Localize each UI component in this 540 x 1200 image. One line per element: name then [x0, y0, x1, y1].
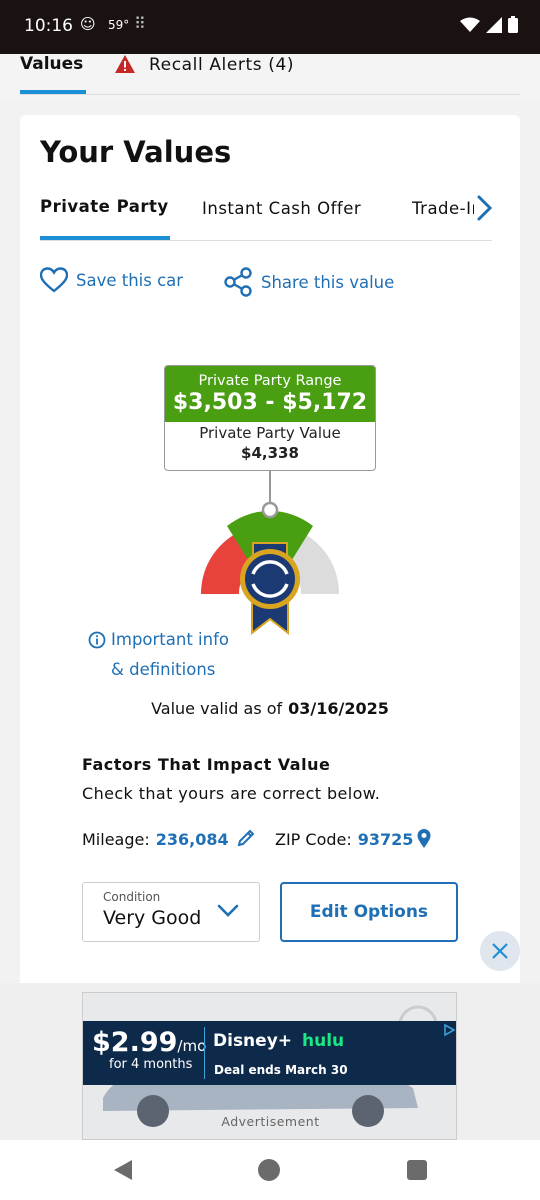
grid-icon: ⠿ [134, 14, 146, 33]
info-link-line2: & definitions [111, 660, 216, 679]
status-icons [460, 16, 518, 33]
ad-brand-disney: Disney+ [213, 1031, 293, 1051]
wifi-icon [460, 17, 480, 32]
ad-banner[interactable]: $2.99/mo for 4 months Disney+ hulu Deal e… [83, 1021, 456, 1085]
value-tabs: Private Party Instant Cash Offer Trade-I… [40, 197, 492, 241]
battery-icon [508, 16, 518, 33]
heart-icon [40, 267, 68, 293]
info-icon [88, 631, 106, 649]
factors-title: Factors That Impact Value [82, 755, 331, 774]
tab-instant-cash-offer[interactable]: Instant Cash Offer [202, 199, 361, 218]
save-car-label: Save this car [76, 270, 184, 290]
page-title: Your Values [40, 135, 232, 169]
location-pin-icon[interactable] [416, 829, 432, 849]
info-link-line1: Important info [111, 630, 229, 649]
ad-price-unit: /mo [177, 1037, 207, 1055]
mileage-label: Mileage: [82, 829, 150, 849]
tab-divider [20, 94, 520, 95]
tab-private-party[interactable]: Private Party [40, 197, 169, 216]
ad-choices-icon[interactable] [442, 1023, 456, 1037]
top-tabs: Values Recall Alerts (4) [0, 54, 540, 100]
zip-value[interactable]: 93725 [358, 830, 414, 849]
tab-recall-alerts[interactable]: Recall Alerts (4) [149, 55, 294, 75]
close-icon [492, 943, 508, 959]
condition-select[interactable]: Condition Very Good [82, 882, 260, 942]
zip-code-field[interactable]: ZIP Code: 93725 [275, 829, 432, 849]
valid-date: 03/16/2025 [288, 699, 389, 718]
value-valid-date: Value valid as of 03/16/2025 [20, 699, 520, 718]
share-value-label: Share this value [261, 272, 395, 292]
close-ad-button[interactable] [480, 931, 520, 971]
tab-values[interactable]: Values [20, 54, 83, 74]
ad-brand-hulu: hulu [302, 1031, 345, 1051]
warning-icon [115, 55, 135, 73]
range-label: Private Party Range [198, 373, 342, 389]
zip-label: ZIP Code: [275, 829, 352, 849]
home-icon[interactable] [258, 1159, 280, 1181]
share-value-link[interactable]: Share this value [223, 267, 394, 297]
factors-subtitle: Check that yours are correct below. [82, 784, 381, 803]
chevron-right-icon[interactable] [472, 193, 496, 223]
ad-divider [204, 1027, 205, 1079]
navigation-bar [0, 1140, 540, 1200]
chevron-down-icon [217, 904, 239, 917]
value-gauge [200, 471, 340, 636]
save-car-link[interactable]: Save this car [40, 267, 183, 293]
ppv-label: Private Party Value [199, 424, 341, 442]
tab-trade-in[interactable]: Trade-In [412, 199, 474, 218]
valid-label: Value valid as of [151, 699, 283, 718]
advertisement-label: Advertisement [221, 1114, 320, 1129]
ad-frame[interactable]: $2.99/mo for 4 months Disney+ hulu Deal e… [82, 992, 457, 1140]
status-bar: 10:16 ☺ 59° ⠿ [0, 0, 540, 54]
ad-area: $2.99/mo for 4 months Disney+ hulu Deal e… [0, 983, 540, 1140]
pencil-icon[interactable] [235, 829, 257, 849]
ad-brands: Disney+ hulu [213, 1031, 344, 1051]
value-range-box: Private Party Range $3,503 - $5,172 Priv… [164, 365, 376, 471]
ppv-value: $4,338 [241, 444, 299, 462]
status-temperature: 59° [108, 18, 130, 32]
recent-apps-icon[interactable] [407, 1160, 427, 1180]
ad-term: for 4 months [109, 1057, 193, 1072]
signal-icon [486, 16, 502, 33]
mileage-value[interactable]: 236,084 [156, 830, 229, 849]
ad-price: $2.99/mo [92, 1027, 207, 1058]
mileage-field[interactable]: Mileage: 236,084 [82, 829, 257, 849]
your-values-card: Your Values Private Party Instant Cash O… [20, 115, 520, 995]
active-tab-indicator [40, 236, 170, 240]
ad-deal: Deal ends March 30 [214, 1063, 348, 1077]
status-time: 10:16 [24, 16, 73, 36]
share-icon [224, 267, 252, 297]
smile-icon: ☺ [80, 15, 96, 33]
range-header: Private Party Range $3,503 - $5,172 [165, 366, 375, 422]
gauge-pointer [261, 501, 279, 519]
condition-value: Very Good [103, 907, 202, 929]
range-value: $3,503 - $5,172 [172, 390, 368, 415]
edit-options-button[interactable]: Edit Options [280, 882, 458, 942]
condition-label: Condition [103, 890, 161, 904]
back-icon[interactable] [112, 1159, 134, 1181]
private-party-value: Private Party Value $4,338 [165, 422, 375, 462]
